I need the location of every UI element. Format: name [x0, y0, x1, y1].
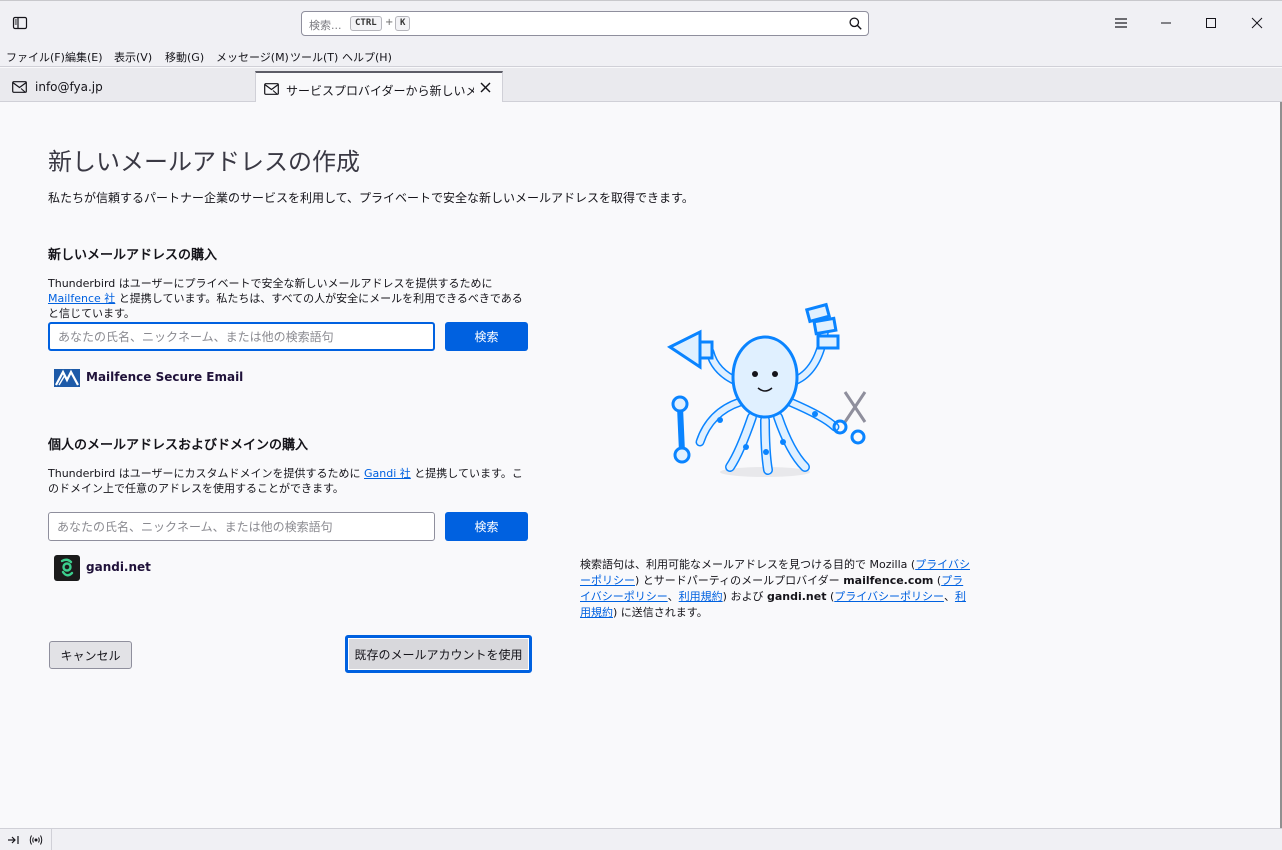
gandi-logo-icon: [54, 555, 80, 581]
email-section-text-2: と提携しています。私たちは、すべての人が安全にメールを利用できるべきであると信じ…: [48, 292, 523, 320]
menu-tools[interactable]: ツール(T): [290, 49, 338, 65]
maximize-icon[interactable]: [1202, 14, 1220, 32]
domain-section-heading: 個人のメールアドレスおよびドメインの購入: [48, 438, 309, 453]
domain-search-button[interactable]: 検索: [445, 512, 528, 541]
tab-inbox[interactable]: info@fya.jp: [0, 71, 252, 102]
menu-help[interactable]: ヘルプ(H): [342, 49, 392, 65]
mailfence-link[interactable]: Mailfence 社: [48, 292, 115, 305]
status-separator: [51, 829, 52, 850]
tab-inbox-label: info@fya.jp: [35, 80, 103, 94]
page-title: 新しいメールアドレスの作成: [48, 148, 360, 176]
sidebar-toggle-icon[interactable]: [12, 15, 28, 31]
shortcut-ctrl-key: CTRL: [350, 16, 382, 31]
online-status-icon[interactable]: [29, 833, 43, 847]
mail-folder-icon: [12, 81, 27, 93]
octopus-illustration: [667, 302, 867, 477]
domain-search-input[interactable]: [48, 512, 435, 541]
tab-active-label: サービスプロバイダーから新しいメールアドレ: [286, 84, 474, 98]
cancel-button[interactable]: キャンセル: [49, 641, 132, 669]
gandi-provider: gandi.net: [54, 555, 204, 581]
close-tab-icon[interactable]: [479, 81, 492, 94]
menu-file[interactable]: ファイル(F): [6, 49, 65, 65]
mailfence-provider: Mailfence Secure Email: [54, 365, 254, 391]
tab-strip: info@fya.jp サービスプロバイダーから新しいメールアドレ: [0, 68, 1282, 102]
disclaimer-text-5: ) および: [722, 590, 767, 603]
global-search-bar[interactable]: 検索... CTRL + K: [301, 11, 869, 36]
new-email-page: 新しいメールアドレスの作成 私たちが信頼するパートナー企業のサービスを利用して、…: [0, 102, 1280, 828]
menu-go[interactable]: 移動(G): [165, 49, 204, 65]
search-disclaimer: 検索語句は、利用可能なメールアドレスを見つける目的で Mozilla ( プライバ…: [580, 557, 970, 621]
domain-section-text-1: Thunderbird はユーザーにカスタムドメインを提供するために: [48, 467, 365, 480]
disclaimer-text-2: ) とサードパーティのメールプロバイダー: [635, 574, 844, 587]
global-search-placeholder: 検索...: [309, 19, 342, 32]
menu-message[interactable]: メッセージ(M): [216, 49, 289, 65]
mailfence-terms-link[interactable]: 利用規約: [679, 590, 723, 603]
email-search-input[interactable]: [48, 322, 435, 351]
gandi-privacy-link[interactable]: プライバシーポリシー: [834, 590, 944, 603]
gandi-provider-name: gandi.net: [86, 560, 151, 574]
tab-new-email-provider[interactable]: サービスプロバイダーから新しいメールアドレ: [255, 71, 503, 102]
email-section-text-1: Thunderbird はユーザーにプライベートで安全な新しいメールアドレスを提…: [48, 277, 493, 290]
gandi-link[interactable]: Gandi 社: [364, 467, 411, 480]
disclaimer-text-4: 、: [667, 590, 679, 603]
app-menu-icon[interactable]: [1112, 14, 1130, 32]
disclaimer-text-1: 検索語句は、利用可能なメールアドレスを見つける目的で Mozilla (: [580, 558, 916, 571]
close-window-icon[interactable]: [1248, 14, 1266, 32]
status-bar: [0, 828, 1282, 850]
menu-edit[interactable]: 編集(E): [65, 49, 103, 65]
menu-bar: ファイル(F) 編集(E) 表示(V) 移動(G) メッセージ(M) ツール(T…: [0, 46, 1282, 67]
collapse-pane-icon[interactable]: [6, 833, 20, 847]
mailfence-provider-name: Mailfence Secure Email: [86, 370, 244, 384]
use-existing-account-button[interactable]: 既存のメールアカウントを使用: [345, 635, 532, 673]
email-section-text: Thunderbird はユーザーにプライベートで安全な新しいメールアドレスを提…: [48, 276, 528, 321]
domain-section-text: Thunderbird はユーザーにカスタムドメインを提供するために Gandi…: [48, 466, 528, 496]
mailfence-domain: mailfence.com: [843, 574, 934, 587]
menu-view[interactable]: 表示(V): [114, 49, 152, 65]
gandi-domain: gandi.net: [766, 590, 827, 603]
minimize-icon[interactable]: [1157, 14, 1175, 32]
shortcut-k-key: K: [395, 16, 411, 31]
page-description: 私たちが信頼するパートナー企業のサービスを利用して、プライベートで安全な新しいメ…: [48, 191, 694, 205]
mail-icon: [264, 83, 279, 95]
disclaimer-text-7: 、: [943, 590, 955, 603]
email-search-button[interactable]: 検索: [445, 322, 528, 351]
disclaimer-text-8: ) に送信されます。: [613, 606, 708, 619]
mailfence-logo-icon: [54, 369, 80, 387]
shortcut-plus: +: [385, 17, 394, 28]
title-bar: 検索... CTRL + K: [0, 0, 1282, 46]
email-section-heading: 新しいメールアドレスの購入: [48, 248, 218, 263]
search-icon[interactable]: [849, 17, 862, 30]
